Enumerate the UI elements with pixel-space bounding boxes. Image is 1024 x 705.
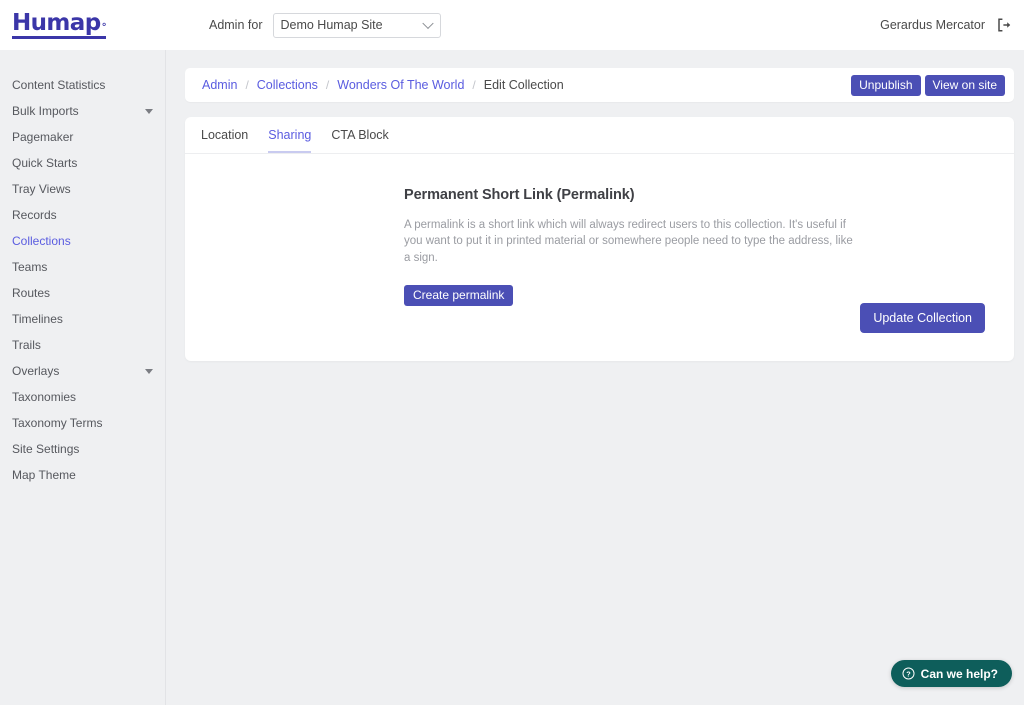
top-bar: Humap ° Admin for Demo Humap Site Gerardu… bbox=[0, 0, 1024, 50]
breadcrumb-item-admin[interactable]: Admin bbox=[202, 78, 237, 92]
sidebar-item-map-theme[interactable]: Map Theme bbox=[0, 462, 165, 488]
sidebar-item-label: Teams bbox=[12, 260, 48, 274]
sidebar-item-content-statistics[interactable]: Content Statistics bbox=[0, 72, 165, 98]
sidebar-item-label: Content Statistics bbox=[12, 78, 106, 92]
site-select-value: Demo Humap Site bbox=[280, 18, 383, 32]
sidebar-item-label: Tray Views bbox=[12, 182, 71, 196]
sidebar-item-label: Timelines bbox=[12, 312, 63, 326]
chevron-down-icon bbox=[422, 17, 435, 30]
sidebar-item-collections[interactable]: Collections bbox=[0, 228, 165, 254]
sidebar-item-label: Records bbox=[12, 208, 57, 222]
sign-out-icon[interactable] bbox=[996, 17, 1012, 33]
view-on-site-button[interactable]: View on site bbox=[924, 74, 1005, 96]
sidebar-item-label: Routes bbox=[12, 286, 51, 300]
sidebar: Content Statistics Bulk Imports Pagemaker Q… bbox=[0, 50, 166, 705]
sidebar-item-trails[interactable]: Trails bbox=[0, 332, 165, 358]
breadcrumb: Admin / Collections / Wonders Of The World / E… bbox=[202, 78, 564, 92]
breadcrumb-item-edit-collection: Edit Collection bbox=[483, 78, 564, 92]
sidebar-item-label: Pagemaker bbox=[12, 130, 74, 144]
logo-registration-mark: ° bbox=[101, 21, 107, 33]
help-widget[interactable]: ? Can we help? bbox=[890, 660, 1012, 687]
svg-text:?: ? bbox=[906, 669, 911, 678]
update-collection-button[interactable]: Update Collection bbox=[860, 303, 985, 333]
sidebar-item-bulk-imports[interactable]: Bulk Imports bbox=[0, 98, 165, 124]
sidebar-item-taxonomy-terms[interactable]: Taxonomy Terms bbox=[0, 410, 165, 436]
tab-cta-block[interactable]: CTA Block bbox=[331, 128, 388, 153]
breadcrumb-separator: / bbox=[325, 78, 330, 92]
sharing-tab-content: Permanent Short Link (Permalink) A perma… bbox=[185, 154, 1014, 360]
breadcrumb-separator: / bbox=[245, 78, 249, 92]
tab-location[interactable]: Location bbox=[201, 128, 248, 153]
sidebar-item-pagemaker[interactable]: Pagemaker bbox=[0, 124, 165, 150]
main-content: Admin / Collections / Wonders Of The World / E… bbox=[167, 50, 1024, 705]
current-user-name: Gerardus Mercator bbox=[880, 18, 985, 32]
help-widget-label: Can we help? bbox=[920, 666, 998, 681]
sidebar-item-taxonomies[interactable]: Taxonomies bbox=[0, 384, 165, 410]
sidebar-item-label: Map Theme bbox=[12, 468, 76, 482]
section-description: A permalink is a short link which will a… bbox=[404, 219, 853, 264]
unpublish-button[interactable]: Unpublish bbox=[851, 74, 921, 96]
tab-bar: Location Sharing CTA Block bbox=[185, 117, 1014, 154]
chevron-down-icon[interactable] bbox=[145, 368, 153, 374]
chevron-down-icon[interactable] bbox=[145, 108, 153, 114]
sidebar-item-label: Trails bbox=[12, 338, 41, 352]
sidebar-item-routes[interactable]: Routes bbox=[0, 280, 165, 306]
site-select[interactable]: Demo Humap Site bbox=[273, 12, 442, 38]
sidebar-item-teams[interactable]: Teams bbox=[0, 254, 165, 280]
breadcrumb-actions: Unpublish View on site bbox=[851, 74, 1005, 96]
breadcrumb-item-wonders-of-the-world[interactable]: Wonders Of The World bbox=[337, 78, 464, 92]
sidebar-item-site-settings[interactable]: Site Settings bbox=[0, 436, 165, 462]
sidebar-item-quick-starts[interactable]: Quick Starts bbox=[0, 150, 165, 176]
sidebar-item-label: Collections bbox=[12, 234, 71, 248]
question-circle-icon: ? bbox=[902, 667, 915, 680]
sidebar-item-tray-views[interactable]: Tray Views bbox=[0, 176, 165, 202]
sidebar-item-label: Bulk Imports bbox=[12, 104, 79, 118]
breadcrumb-item-collections[interactable]: Collections bbox=[257, 78, 318, 92]
humap-logo[interactable]: Humap ° bbox=[12, 9, 107, 40]
breadcrumb-bar: Admin / Collections / Wonders Of The World / E… bbox=[185, 68, 1014, 102]
sidebar-item-label: Site Settings bbox=[12, 442, 80, 456]
top-bar-right: Gerardus Mercator bbox=[880, 17, 1012, 33]
sidebar-item-overlays[interactable]: Overlays bbox=[0, 358, 165, 384]
edit-collection-panel: Location Sharing CTA Block Permanent Short… bbox=[185, 117, 1014, 361]
sidebar-item-label: Quick Starts bbox=[12, 156, 78, 170]
sidebar-item-timelines[interactable]: Timelines bbox=[0, 306, 165, 332]
section-title: Permanent Short Link (Permalink) bbox=[404, 187, 635, 203]
breadcrumb-separator: / bbox=[472, 78, 476, 92]
sidebar-item-label: Taxonomies bbox=[12, 390, 77, 404]
sidebar-item-records[interactable]: Records bbox=[0, 202, 165, 228]
admin-for-label: Admin for bbox=[208, 18, 263, 32]
sidebar-item-label: Taxonomy Terms bbox=[12, 416, 103, 430]
tab-sharing[interactable]: Sharing bbox=[268, 128, 312, 153]
logo-text: Humap bbox=[12, 9, 101, 36]
create-permalink-button[interactable]: Create permalink bbox=[404, 284, 514, 306]
sidebar-item-label: Overlays bbox=[12, 364, 60, 378]
